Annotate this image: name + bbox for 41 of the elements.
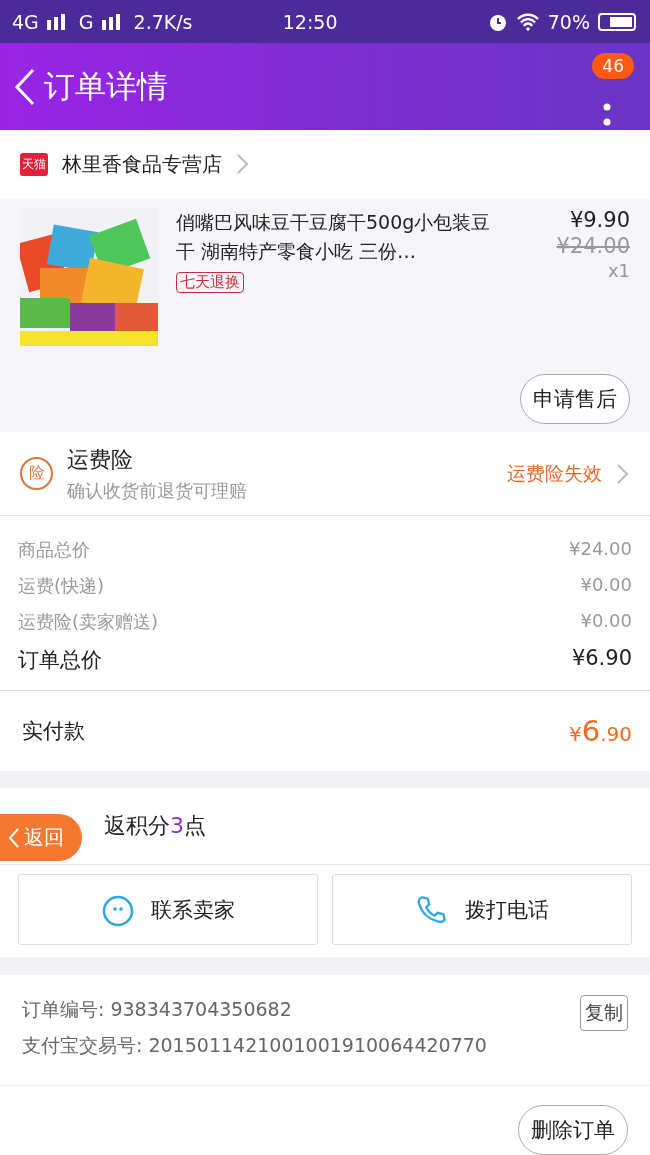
battery-percent: 70%: [547, 10, 590, 33]
battery-icon: [598, 12, 638, 31]
points-text: 返积分3点: [104, 812, 206, 840]
product-price: ¥9.90: [569, 208, 630, 232]
price-label: 商品总价: [18, 538, 90, 562]
store-name[interactable]: 林里香食品专营店: [62, 150, 222, 178]
network-label: G: [78, 10, 94, 33]
paid-label: 实付款: [22, 718, 85, 745]
network-speed: 2.7K/s: [133, 10, 193, 33]
product-title[interactable]: 俏嘴巴风味豆干豆腐干500g小包装豆干 湖南特产零食小吃 三份…: [176, 208, 494, 266]
price-label: 运费险(卖家赠送): [18, 610, 159, 634]
notification-badge: 46: [592, 53, 634, 79]
delete-order-button[interactable]: 删除订单: [518, 1105, 628, 1155]
total-label: 订单总价: [18, 647, 102, 674]
insurance-title: 运费险: [67, 445, 134, 474]
insurance-subtitle: 确认收货前退货可理赔: [67, 478, 248, 503]
price-label: 运费(快递): [18, 574, 105, 598]
price-value: ¥0.00: [580, 610, 632, 633]
chevron-icon: [236, 153, 250, 175]
contact-seller-button[interactable]: 联系卖家: [18, 874, 318, 945]
price-value: ¥0.00: [580, 574, 632, 597]
order-info-line: 支付宝交易号: 2015011421001001910064420770: [22, 1033, 487, 1058]
chevron-left-icon: [8, 826, 20, 849]
return-policy-tag: 七天退换: [176, 272, 244, 293]
page-title: 订单详情: [44, 66, 168, 106]
store-badge: 天猫: [20, 152, 48, 176]
back-icon[interactable]: [14, 67, 36, 106]
total-value: ¥6.90: [571, 646, 632, 672]
wifi-icon: [515, 12, 540, 31]
insurance-icon: 险: [20, 457, 53, 490]
after-sales-button[interactable]: 申请售后: [520, 374, 630, 424]
clock-time: 12:50: [282, 10, 338, 33]
network-label: 4G: [12, 10, 39, 33]
copy-button[interactable]: 复制: [580, 995, 628, 1031]
original-price: ¥24.00: [556, 234, 630, 258]
order-info-line: 订单编号: 938343704350682: [22, 997, 292, 1022]
chevron-icon: [616, 462, 630, 485]
quantity: x1: [607, 260, 630, 281]
price-value: ¥24.00: [569, 538, 632, 561]
paid-amount: ¥6.90: [569, 714, 632, 748]
call-button[interactable]: 拨打电话: [332, 874, 632, 945]
